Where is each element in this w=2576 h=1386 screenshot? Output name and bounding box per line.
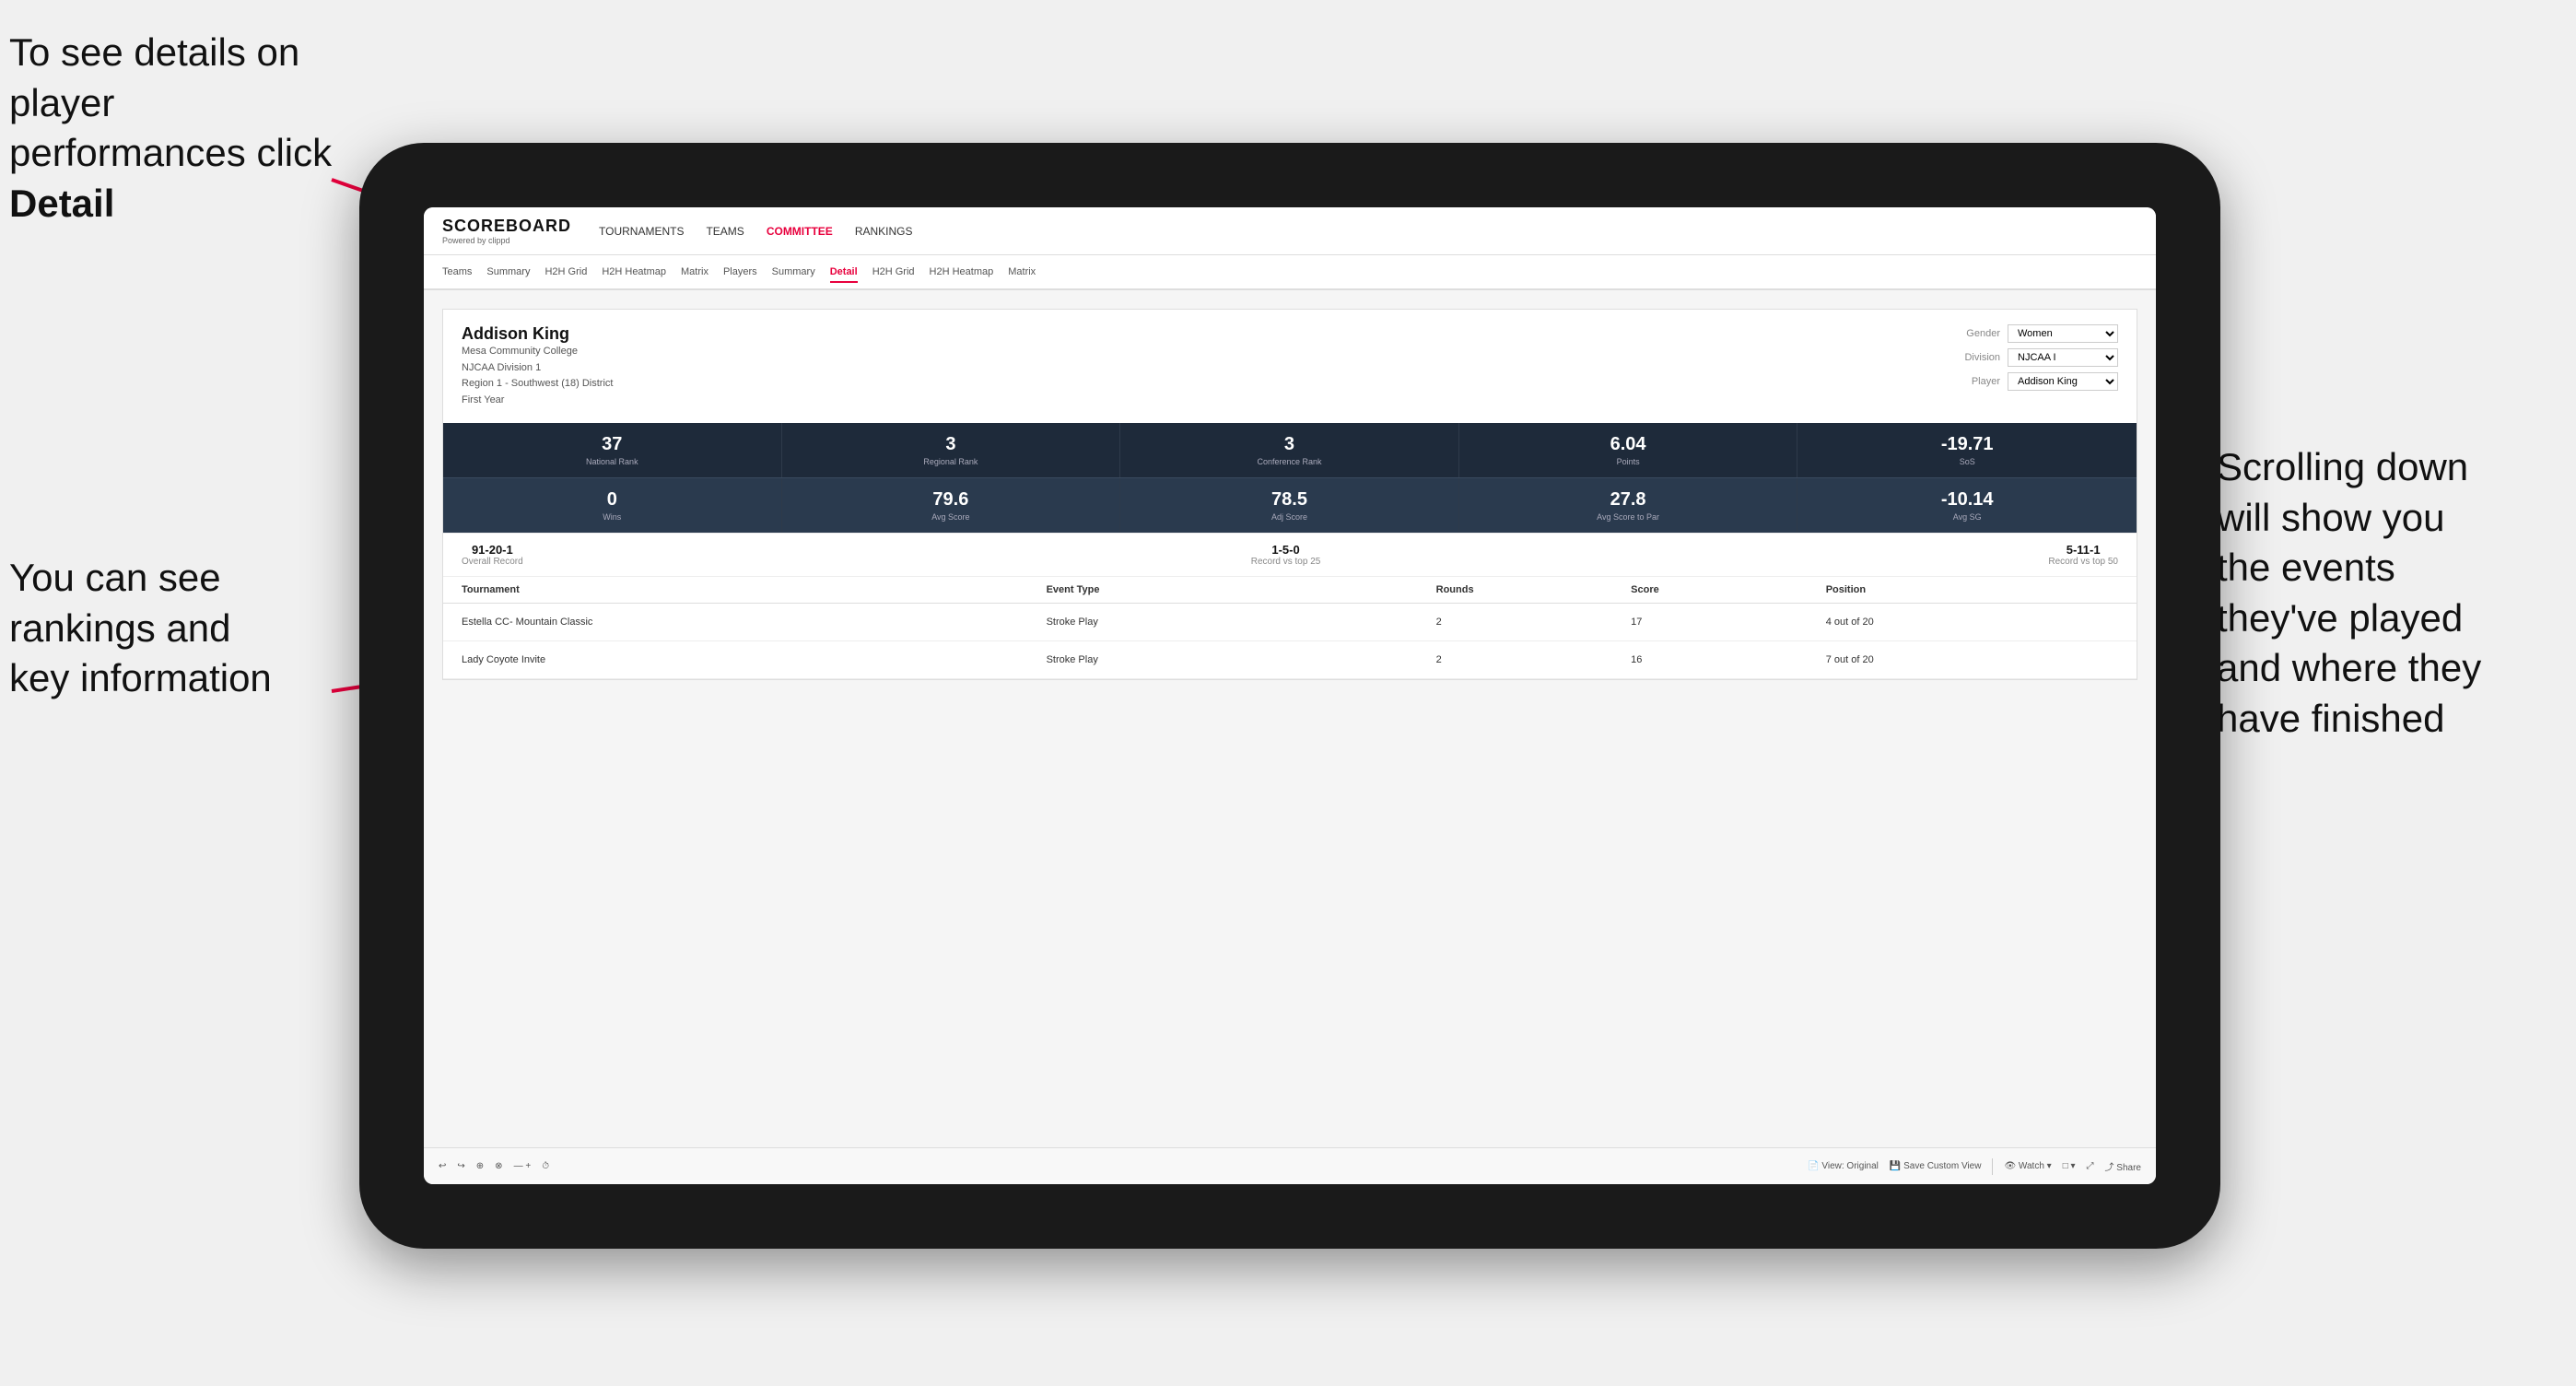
nav-tournaments[interactable]: TOURNAMENTS [599, 221, 684, 241]
nav-items: TOURNAMENTS TEAMS COMMITTEE RANKINGS [599, 221, 912, 241]
table-header: TournamentEvent TypeRoundsScorePosition [443, 577, 2137, 604]
fit-btn[interactable]: — + [514, 1161, 532, 1171]
stat-cell-row2-1: 79.6Avg Score [782, 478, 1121, 533]
bottom-toolbar: ↩ ↪ ⊕ ⊗ — + ⏱ 📄 View: Original 💾 Save Cu… [424, 1147, 2156, 1184]
annotation-bottom-left: You can see rankings and key information [9, 553, 322, 704]
zoom-out-btn[interactable]: ⊗ [495, 1161, 502, 1171]
annotation-right: Scrolling down will show you the events … [2217, 442, 2567, 745]
subnav-h2hgrid2[interactable]: H2H Grid [872, 263, 915, 281]
table-header-1: Event Type [1047, 584, 1436, 595]
subnav-matrix2[interactable]: Matrix [1008, 263, 1036, 281]
player-region: Region 1 - Southwest (18) District [462, 376, 613, 393]
view-original-btn[interactable]: 📄 View: Original [1808, 1161, 1879, 1171]
gender-select[interactable]: Women [2008, 324, 2118, 343]
record-item-2: 5-11-1Record vs top 50 [2048, 543, 2118, 567]
score: 17 [1631, 617, 1826, 628]
time-btn[interactable]: ⏱ [542, 1161, 549, 1171]
stat-cell-row1-0: 37National Rank [443, 423, 782, 477]
gender-row: Gender Women [1945, 324, 2118, 343]
table-header-0: Tournament [462, 584, 1047, 595]
division-row: Division NJCAA I [1945, 348, 2118, 367]
table-header-2: Rounds [1436, 584, 1632, 595]
player-name: Addison King [462, 324, 613, 344]
subnav-h2hgrid[interactable]: H2H Grid [544, 263, 587, 281]
subnav-teams[interactable]: Teams [442, 263, 472, 281]
nav-bar: SCOREBOARD Powered by clippd TOURNAMENTS… [424, 207, 2156, 255]
record-item-1: 1-5-0Record vs top 25 [1251, 543, 1321, 567]
subnav-matrix[interactable]: Matrix [681, 263, 708, 281]
save-custom-btn[interactable]: 💾 Save Custom View [1890, 1161, 1982, 1171]
player-info-right: Gender Women Division NJCAA I [1945, 324, 2118, 408]
stat-cell-row1-3: 6.04Points [1459, 423, 1798, 477]
expand-btn[interactable]: ⤢ [2087, 1161, 2094, 1171]
annotation-top-left: To see details on player performances cl… [9, 28, 359, 229]
position: 4 out of 20 [1826, 617, 2118, 628]
division-label: Division [1945, 352, 2000, 363]
tablet-frame: SCOREBOARD Powered by clippd TOURNAMENTS… [359, 143, 2220, 1249]
tournament-table: TournamentEvent TypeRoundsScorePosition … [443, 576, 2137, 679]
division-select[interactable]: NJCAA I [2008, 348, 2118, 367]
records-row: 91-20-1Overall Record 1-5-0Record vs top … [443, 533, 2137, 576]
position: 7 out of 20 [1826, 654, 2118, 665]
stat-cell-row2-2: 78.5Adj Score [1120, 478, 1459, 533]
stat-cell-row2-3: 27.8Avg Score to Par [1459, 478, 1798, 533]
redo-btn[interactable]: ↪ [457, 1161, 464, 1171]
nav-rankings[interactable]: RANKINGS [855, 221, 913, 241]
subnav-h2hheatmap2[interactable]: H2H Heatmap [930, 263, 994, 281]
player-division: NJCAA Division 1 [462, 360, 613, 377]
stats-row2: 0Wins79.6Avg Score78.5Adj Score27.8Avg S… [443, 477, 2137, 533]
table-row[interactable]: Lady Coyote Invite Stroke Play 2 16 7 ou… [443, 641, 2137, 679]
undo-btn[interactable]: ↩ [439, 1161, 446, 1171]
event-type: Stroke Play [1047, 617, 1436, 628]
subnav-h2hheatmap[interactable]: H2H Heatmap [602, 263, 666, 281]
share-screen-btn[interactable]: □ ▾ [2063, 1161, 2076, 1171]
gender-label: Gender [1945, 328, 2000, 339]
logo-sub: Powered by clippd [442, 236, 571, 245]
player-row: Player Addison King [1945, 372, 2118, 391]
score: 16 [1631, 654, 1826, 665]
record-item-0: 91-20-1Overall Record [462, 543, 523, 567]
logo-area: SCOREBOARD Powered by clippd [442, 217, 571, 245]
share-btn[interactable]: ⤴ Share [2105, 1159, 2141, 1173]
zoom-in-btn[interactable]: ⊕ [476, 1161, 484, 1171]
rounds: 2 [1436, 617, 1632, 628]
player-school: Mesa Community College [462, 344, 613, 360]
nav-committee[interactable]: COMMITTEE [767, 221, 833, 241]
stat-cell-row1-4: -19.71SoS [1797, 423, 2137, 477]
table-header-4: Position [1826, 584, 2118, 595]
stat-cell-row1-1: 3Regional Rank [782, 423, 1121, 477]
rounds: 2 [1436, 654, 1632, 665]
table-row[interactable]: Estella CC- Mountain Classic Stroke Play… [443, 604, 2137, 641]
nav-teams[interactable]: TEAMS [706, 221, 744, 241]
subnav-players[interactable]: Players [723, 263, 757, 281]
player-info-left: Addison King Mesa Community College NJCA… [462, 324, 613, 408]
tablet-screen: SCOREBOARD Powered by clippd TOURNAMENTS… [424, 207, 2156, 1184]
tournament-name: Lady Coyote Invite [462, 654, 1047, 665]
stat-cell-row2-4: -10.14Avg SG [1797, 478, 2137, 533]
player-label: Player [1945, 376, 2000, 387]
player-header: Addison King Mesa Community College NJCA… [443, 310, 2137, 423]
subnav-summary[interactable]: Summary [486, 263, 530, 281]
player-year: First Year [462, 393, 613, 409]
subnav-detail[interactable]: Detail [830, 263, 858, 283]
sub-nav: Teams Summary H2H Grid H2H Heatmap Matri… [424, 255, 2156, 290]
annotation-bold: Detail [9, 182, 114, 225]
content-card: Addison King Mesa Community College NJCA… [442, 309, 2137, 680]
main-content[interactable]: Addison King Mesa Community College NJCA… [424, 290, 2156, 1147]
watch-btn[interactable]: 👁 Watch ▾ [2004, 1161, 2051, 1171]
stats-row1: 37National Rank3Regional Rank3Conference… [443, 423, 2137, 477]
subnav-summary2[interactable]: Summary [772, 263, 815, 281]
player-select[interactable]: Addison King [2008, 372, 2118, 391]
event-type: Stroke Play [1047, 654, 1436, 665]
stat-cell-row1-2: 3Conference Rank [1120, 423, 1459, 477]
table-header-3: Score [1631, 584, 1826, 595]
logo-text: SCOREBOARD [442, 217, 571, 236]
stat-cell-row2-0: 0Wins [443, 478, 782, 533]
tournament-name: Estella CC- Mountain Classic [462, 617, 1047, 628]
